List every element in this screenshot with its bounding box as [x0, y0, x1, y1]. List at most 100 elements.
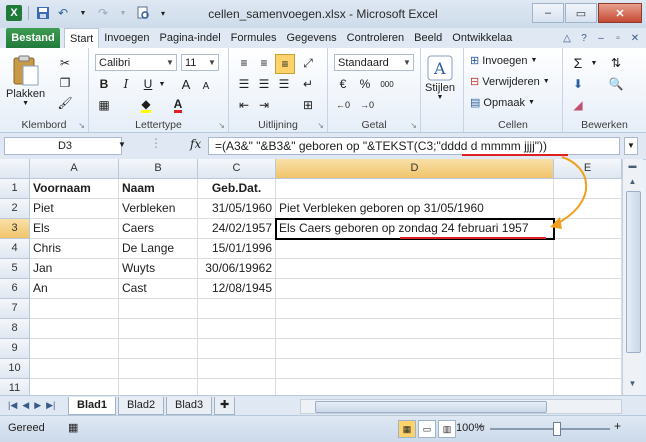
merge-center-icon[interactable]: ⊞ [299, 96, 317, 114]
cell-d[interactable] [276, 339, 554, 359]
format-cells-button[interactable]: ▤ Opmaak ▼ [470, 96, 535, 110]
tab-controleren[interactable]: Controleren [342, 28, 409, 48]
workbook-close-icon[interactable]: ✕ [628, 31, 642, 45]
zoom-slider-knob[interactable] [553, 422, 561, 436]
tab-beeld[interactable]: Beeld [409, 28, 447, 48]
cell-c[interactable]: Geb.Dat. [198, 179, 276, 199]
sort-filter-icon[interactable]: ⇅ [607, 54, 625, 72]
delete-cells-button[interactable]: ⊟ Verwijderen ▼ [470, 75, 550, 89]
grow-font-button[interactable]: A [177, 75, 195, 93]
cell-a[interactable]: Voornaam [30, 179, 119, 199]
cell-e[interactable] [554, 279, 622, 299]
thousands-button[interactable]: 000 [378, 75, 396, 93]
cell-d[interactable] [276, 179, 554, 199]
vertical-scrollbar[interactable]: ▬ ▲ ▼ [622, 159, 643, 395]
horizontal-scroll-thumb[interactable] [315, 401, 547, 413]
cell-d[interactable] [276, 299, 554, 319]
tab-ontwikkelaars[interactable]: Ontwikkelaa [447, 28, 517, 48]
cell-d[interactable] [276, 259, 554, 279]
clipboard-launcher-icon[interactable]: ↘ [78, 121, 85, 130]
expand-formula-bar-icon[interactable]: ▼ [624, 137, 638, 155]
cell-d[interactable]: Els Caers geboren op zondag 24 februari … [276, 219, 554, 239]
increase-indent-icon[interactable]: ⇥ [255, 96, 273, 114]
cell-e[interactable] [554, 339, 622, 359]
vertical-scroll-thumb[interactable] [626, 191, 641, 353]
scroll-up-icon[interactable]: ▲ [625, 175, 640, 189]
fill-icon[interactable]: ⬇ [569, 75, 587, 93]
tab-start[interactable]: Start [64, 28, 100, 48]
cell-c[interactable] [198, 299, 276, 319]
workbook-minimize-icon[interactable]: – [594, 31, 608, 45]
column-header-b[interactable]: B [119, 159, 198, 179]
sheet-tab-blad2[interactable]: Blad2 [118, 397, 165, 415]
align-top-icon[interactable]: ≡ [235, 54, 253, 72]
cell-e[interactable] [554, 259, 622, 279]
zoom-slider[interactable] [490, 428, 610, 430]
cell-a[interactable]: Els [30, 219, 119, 239]
font-size-dropdown-icon[interactable]: ▼ [206, 55, 218, 70]
cell-b[interactable] [119, 339, 198, 359]
cell-c[interactable]: 24/02/1957 [198, 219, 276, 239]
cell-a[interactable]: Piet [30, 199, 119, 219]
page-break-view-icon[interactable]: ▥ [438, 420, 456, 438]
increase-decimal-icon[interactable]: ←0 [334, 96, 352, 114]
font-name-combo[interactable]: Calibri ▼ [95, 54, 177, 71]
tab-invoegen[interactable]: Invoegen [99, 28, 154, 48]
font-launcher-icon[interactable]: ↘ [218, 121, 225, 130]
underline-dropdown-icon[interactable]: ▼ [153, 75, 171, 93]
row-header[interactable]: 7 [0, 299, 30, 319]
select-all-corner[interactable] [0, 159, 30, 179]
cut-icon[interactable]: ✂ [56, 54, 74, 72]
alignment-launcher-icon[interactable]: ↘ [317, 121, 324, 130]
row-header[interactable]: 4 [0, 239, 30, 259]
cell-e[interactable] [554, 359, 622, 379]
cell-c[interactable]: 30/06/19962 [198, 259, 276, 279]
decrease-decimal-icon[interactable]: →0 [358, 96, 376, 114]
font-name-dropdown-icon[interactable]: ▼ [164, 55, 176, 70]
maximize-icon[interactable]: ▭ [565, 3, 597, 23]
cell-a[interactable]: An [30, 279, 119, 299]
autosum-dropdown-icon[interactable]: ▼ [585, 54, 603, 72]
cell-a[interactable] [30, 319, 119, 339]
orientation-icon[interactable]: ⤢ [299, 54, 317, 72]
align-bottom-icon[interactable]: ≡ [275, 54, 295, 74]
prev-sheet-icon[interactable]: ◀ [22, 400, 29, 411]
cell-a[interactable] [30, 299, 119, 319]
copy-icon[interactable]: ❐ [56, 74, 74, 92]
cell-c[interactable] [198, 359, 276, 379]
next-sheet-icon[interactable]: ▶ [34, 400, 41, 411]
scroll-down-icon[interactable]: ▼ [625, 377, 640, 391]
first-sheet-icon[interactable]: |◀ [8, 400, 17, 411]
tab-gegevens[interactable]: Gegevens [282, 28, 342, 48]
last-sheet-icon[interactable]: ▶| [46, 400, 55, 411]
row-header[interactable]: 1 [0, 179, 30, 199]
clear-icon[interactable]: ◢ [569, 96, 587, 114]
zoom-in-icon[interactable]: + [614, 419, 621, 433]
decrease-indent-icon[interactable]: ⇤ [235, 96, 253, 114]
cell-c[interactable] [198, 339, 276, 359]
cell-a[interactable] [30, 359, 119, 379]
row-header[interactable]: 5 [0, 259, 30, 279]
cell-c[interactable]: 12/08/1945 [198, 279, 276, 299]
cell-a[interactable]: Jan [30, 259, 119, 279]
workbook-restore-icon[interactable]: ▫ [611, 31, 625, 45]
currency-button[interactable]: € [334, 75, 352, 93]
zoom-out-icon[interactable]: − [478, 419, 485, 433]
cell-a[interactable]: Chris [30, 239, 119, 259]
help-icon[interactable]: ? [577, 31, 591, 45]
cell-d[interactable] [276, 279, 554, 299]
spreadsheet-grid[interactable]: A B C D E 1 Voornaam Naam Geb.Dat. 2 Piet Verb… [0, 156, 622, 399]
name-box-dropdown-icon[interactable]: ▼ [118, 140, 126, 149]
cell-c[interactable]: 31/05/1960 [198, 199, 276, 219]
sheet-tab-blad1[interactable]: Blad1 [68, 397, 116, 415]
page-layout-view-icon[interactable]: ▭ [418, 420, 436, 438]
row-header[interactable]: 3 [0, 219, 30, 239]
minimize-ribbon-icon[interactable]: △ [560, 31, 574, 45]
column-header-a[interactable]: A [30, 159, 119, 179]
minimize-icon[interactable]: – [532, 3, 564, 23]
cell-b[interactable] [119, 359, 198, 379]
find-select-icon[interactable]: 🔍 [607, 75, 625, 93]
cell-e[interactable] [554, 319, 622, 339]
tab-file[interactable]: Bestand [6, 28, 60, 48]
styles-button[interactable]: A Stijlen ▼ [425, 54, 455, 101]
